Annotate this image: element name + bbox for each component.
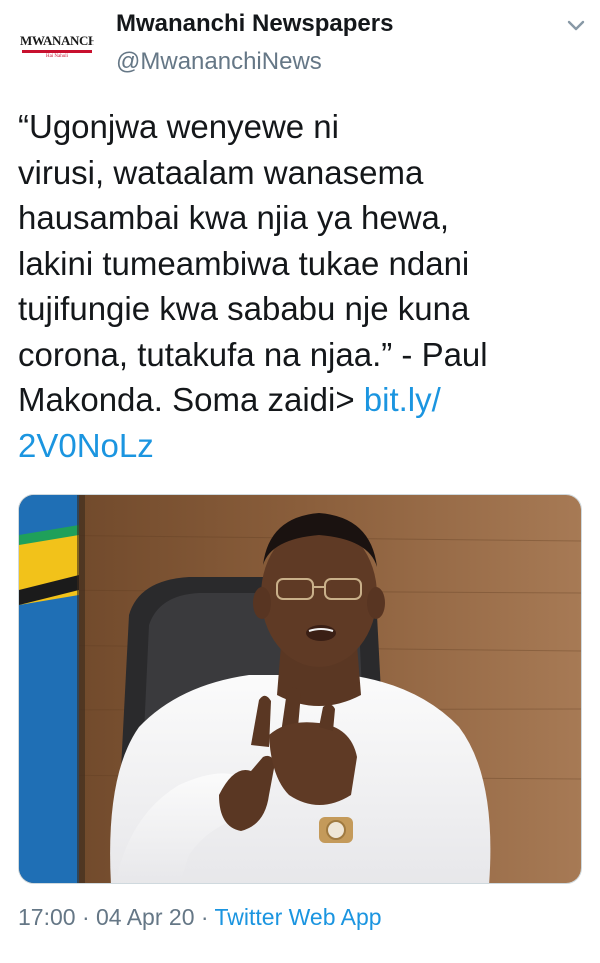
tweet-link[interactable]: bit.ly/ <box>364 381 441 418</box>
tweet-text-line: corona, tutakufa na njaa.” - Paul <box>18 335 488 373</box>
tweet: MWANANCHI Hai Nahuli Mwananchi Newspaper… <box>0 0 600 963</box>
display-name[interactable]: Mwananchi Newspapers <box>116 10 393 38</box>
avatar-logo-text: MWANANCHI <box>20 33 94 48</box>
tweet-text-line-end: Makonda. Soma zaidi> <box>18 381 364 418</box>
tweet-source-app[interactable]: Twitter Web App <box>215 904 382 930</box>
tweet-text-line: lakini tumeambiwa tukae ndani <box>18 244 470 282</box>
tweet-text: “Ugonjwa wenyewe ni virusi, wataalam wan… <box>18 104 538 468</box>
meta-separator: · <box>75 904 97 930</box>
avatar[interactable]: MWANANCHI Hai Nahuli <box>16 6 94 84</box>
photo-of-man-in-white-tshirt-gesturing <box>19 495 581 883</box>
tweet-text-line: virusi, wataalam wanasema <box>18 153 424 191</box>
tweet-text-line: “Ugonjwa wenyewe ni <box>18 108 339 145</box>
avatar-logo-subtext: Hai Nahuli <box>45 54 69 59</box>
tweet-photo[interactable] <box>18 494 582 884</box>
tweet-text-line-last: Makonda. Soma zaidi> bit.ly/ <box>18 377 538 423</box>
tweet-time[interactable]: 17:00 <box>18 904 76 930</box>
tweet-meta: 17:00 · 04 Apr 20 · Twitter Web App <box>18 904 382 931</box>
tweet-text-line: tujifungie kwa sababu nje kuna <box>18 290 470 327</box>
user-handle[interactable]: @MwananchiNews <box>116 48 322 76</box>
tweet-link-continued[interactable]: 2V0NoLz <box>18 423 538 469</box>
meta-separator: · <box>194 904 215 930</box>
tweet-date[interactable]: 04 Apr 20 <box>96 904 194 930</box>
avatar-logo-bar <box>22 50 92 53</box>
chevron-down-icon[interactable] <box>562 12 590 40</box>
tweet-text-line: hausambai kwa njia ya hewa, <box>18 199 450 236</box>
